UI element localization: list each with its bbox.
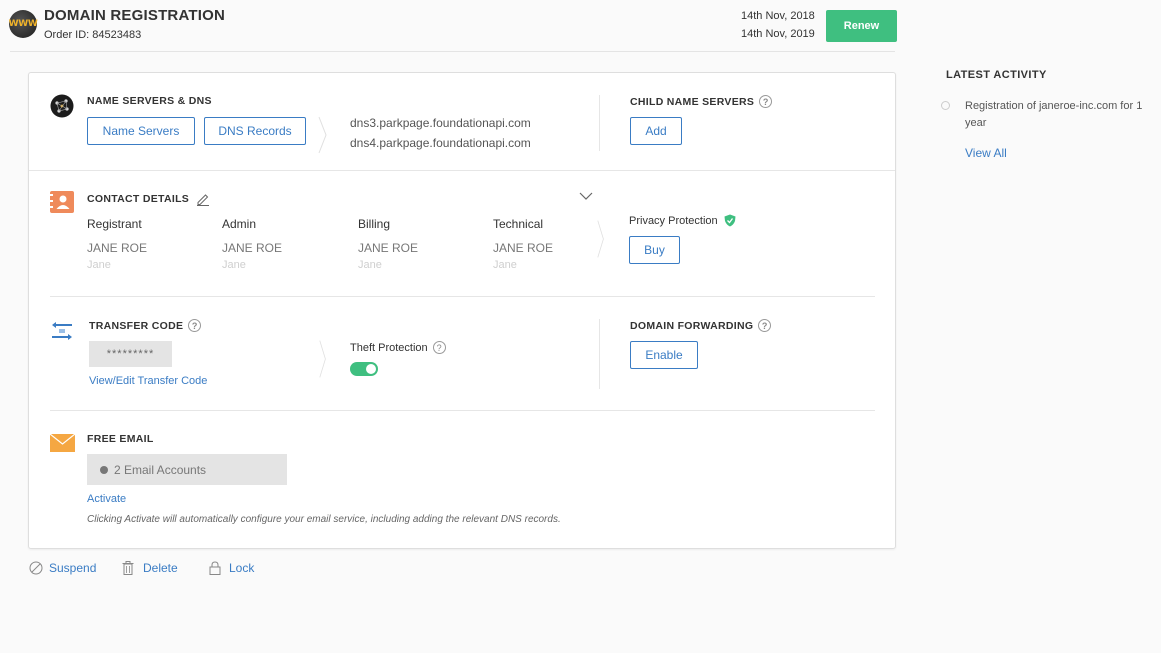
contact-details-title: CONTACT DETAILS xyxy=(87,193,190,205)
contact-column-technical: Technical JANE ROE Jane xyxy=(493,217,583,271)
contact-role: Admin xyxy=(222,217,257,231)
contact-column-billing: Billing JANE ROE Jane xyxy=(358,217,448,271)
email-activate-note: Clicking Activate will automatically con… xyxy=(87,514,561,525)
chevron-separator-icon xyxy=(319,340,326,378)
child-name-servers-header: CHILD NAME SERVERS ? xyxy=(630,95,773,108)
theft-protection-title: Theft Protection xyxy=(350,341,428,354)
delete-label: Delete xyxy=(143,561,178,575)
name-server-list: dns3.parkpage.foundationapi.com dns4.par… xyxy=(350,113,531,153)
lock-action[interactable]: Lock xyxy=(209,561,254,575)
domain-logo-icon: WWW xyxy=(9,10,38,38)
status-dot-icon xyxy=(100,465,108,474)
delete-action[interactable]: Delete xyxy=(122,561,178,575)
lock-icon xyxy=(209,561,221,575)
contact-first-name: Jane xyxy=(222,259,246,271)
renew-button[interactable]: Renew xyxy=(826,10,897,42)
contact-name: JANE ROE xyxy=(493,241,554,255)
registration-date: 14th Nov, 2018 xyxy=(741,10,815,22)
domain-forwarding-title: DOMAIN FORWARDING xyxy=(630,319,754,332)
latest-activity-title: LATEST ACTIVITY xyxy=(946,69,1047,81)
contact-name: JANE ROE xyxy=(222,241,283,255)
free-email-title: FREE EMAIL xyxy=(87,433,154,445)
transfer-code-title: TRANSFER CODE xyxy=(89,319,184,332)
contact-first-name: Jane xyxy=(493,259,517,271)
page-title: DOMAIN REGISTRATION xyxy=(44,7,226,24)
suspend-action[interactable]: Suspend xyxy=(29,561,96,575)
section-divider xyxy=(29,170,895,171)
suspend-label: Suspend xyxy=(49,561,97,575)
contact-name: JANE ROE xyxy=(358,241,419,255)
help-icon[interactable]: ? xyxy=(188,319,202,332)
chevron-separator-icon xyxy=(597,220,604,258)
section-divider xyxy=(599,319,600,389)
transfer-arrows-icon xyxy=(52,322,72,340)
domain-forwarding-header: DOMAIN FORWARDING ? xyxy=(630,319,772,332)
email-accounts-field: 2 Email Accounts xyxy=(87,454,287,485)
name-servers-button[interactable]: Name Servers xyxy=(87,117,195,145)
contact-role: Technical xyxy=(493,217,544,231)
section-divider xyxy=(50,296,875,297)
expiry-date: 14th Nov, 2019 xyxy=(741,28,815,40)
contact-role: Registrant xyxy=(87,217,142,231)
suspend-icon xyxy=(29,561,43,575)
theft-protection-header: Theft Protection ? xyxy=(350,341,446,354)
section-divider xyxy=(599,95,600,151)
dns-records-button[interactable]: DNS Records xyxy=(204,117,306,145)
privacy-protection-title: Privacy Protection xyxy=(629,214,718,227)
activity-bullet-icon xyxy=(941,101,950,110)
contact-card-icon xyxy=(50,191,74,213)
order-id: Order ID: 84523483 xyxy=(44,29,142,41)
chevron-down-icon[interactable] xyxy=(579,192,593,201)
contact-first-name: Jane xyxy=(87,259,111,271)
buy-privacy-button[interactable]: Buy xyxy=(629,236,680,264)
child-name-servers-title: CHILD NAME SERVERS xyxy=(630,95,755,108)
help-icon[interactable]: ? xyxy=(432,341,446,354)
shield-icon xyxy=(724,214,736,227)
activity-item: Registration of janeroe-inc.com for 1 ye… xyxy=(965,100,1143,129)
section-divider xyxy=(50,410,875,411)
help-icon[interactable]: ? xyxy=(758,319,772,332)
contact-name: JANE ROE xyxy=(87,241,148,255)
privacy-protection-header: Privacy Protection xyxy=(629,214,736,227)
contact-column-admin: Admin JANE ROE Jane xyxy=(222,217,312,271)
envelope-icon xyxy=(50,434,75,452)
network-icon xyxy=(50,94,74,118)
activate-email-link[interactable]: Activate xyxy=(87,493,126,505)
enable-forwarding-button[interactable]: Enable xyxy=(630,341,698,369)
theft-protection-toggle[interactable] xyxy=(350,362,378,376)
contact-details-header: CONTACT DETAILS xyxy=(87,192,210,206)
contact-first-name: Jane xyxy=(358,259,382,271)
edit-pencil-icon[interactable] xyxy=(196,192,210,206)
view-all-link[interactable]: View All xyxy=(965,146,1007,160)
domain-details-card: NAME SERVERS & DNS Name Servers DNS Reco… xyxy=(28,72,896,549)
contact-column-registrant: Registrant JANE ROE Jane xyxy=(87,217,177,271)
view-edit-transfer-code-link[interactable]: View/Edit Transfer Code xyxy=(89,375,207,387)
trash-icon xyxy=(122,561,134,575)
name-servers-title: NAME SERVERS & DNS xyxy=(87,95,212,107)
header-divider xyxy=(10,51,895,52)
add-child-name-server-button[interactable]: Add xyxy=(630,117,682,145)
name-server-item: dns4.parkpage.foundationapi.com xyxy=(350,136,531,150)
name-server-item: dns3.parkpage.foundationapi.com xyxy=(350,116,531,130)
chevron-separator-icon xyxy=(318,116,327,154)
help-icon[interactable]: ? xyxy=(759,95,773,108)
lock-label: Lock xyxy=(229,561,255,575)
email-accounts-count: 2 Email Accounts xyxy=(114,462,207,477)
transfer-code-header: TRANSFER CODE ? xyxy=(89,319,202,332)
contact-role: Billing xyxy=(358,217,391,231)
transfer-code-field: ********* xyxy=(89,341,172,367)
